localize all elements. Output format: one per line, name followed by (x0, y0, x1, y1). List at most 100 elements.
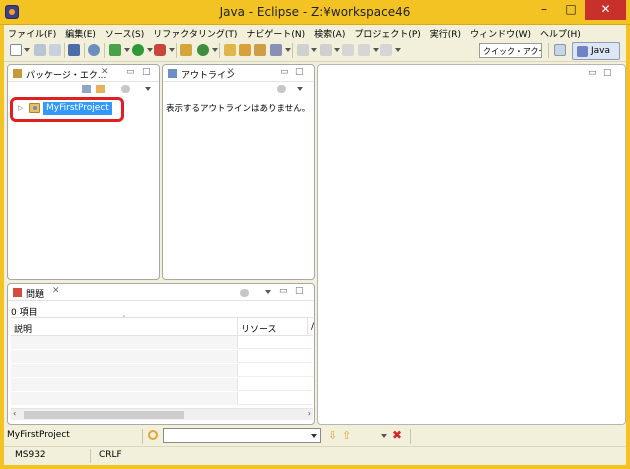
close-tab-icon[interactable]: ✕ (52, 286, 60, 296)
status-bar-encoding: MS932 CRLF (4, 446, 626, 465)
scroll-right-icon[interactable]: › (308, 409, 311, 418)
minimize-view-icon[interactable]: ▭ (588, 68, 597, 78)
save-icon[interactable] (34, 44, 46, 56)
close-button[interactable]: ✕ (585, 0, 626, 20)
gear-icon[interactable] (88, 44, 100, 56)
sort-arrow-icon: ˄ (122, 315, 126, 323)
column-header-path[interactable]: / (308, 318, 314, 336)
maximize-view-icon[interactable]: □ (295, 286, 304, 296)
scroll-left-icon[interactable]: ‹ (13, 409, 16, 418)
chevron-down-icon[interactable] (169, 48, 175, 52)
annotation-prev-icon[interactable] (320, 44, 332, 56)
package-explorer-icon (13, 69, 22, 78)
horizontal-scrollbar[interactable]: ‹ › (11, 408, 313, 420)
run-icon[interactable] (132, 44, 144, 56)
maximize-button[interactable]: □ (558, 0, 584, 20)
close-tab-icon[interactable]: ✕ (101, 67, 109, 77)
open-type-icon[interactable] (224, 44, 236, 56)
toolbar-separator (176, 43, 177, 58)
main-toolbar: クイック・アクセス Java (4, 40, 626, 62)
last-edit-icon[interactable] (342, 44, 354, 56)
debug-icon[interactable] (109, 44, 121, 56)
open-task-icon[interactable] (239, 44, 251, 56)
external-tools-icon[interactable] (154, 44, 166, 56)
chevron-down-icon[interactable] (24, 48, 30, 52)
view-options-icon[interactable] (121, 85, 130, 93)
save-all-icon[interactable] (49, 44, 61, 56)
quick-access-input[interactable]: クイック・アクセス (479, 43, 542, 58)
menu-navigate[interactable]: ナビゲート(N) (242, 25, 310, 40)
search-icon[interactable] (148, 430, 158, 440)
encoding-status: MS932 (15, 450, 46, 460)
view-menu-icon[interactable] (145, 87, 151, 91)
new-file-icon[interactable] (10, 44, 22, 56)
column-header-description[interactable]: 説明 ˄ (11, 315, 238, 336)
find-previous-icon[interactable]: ⇧ (342, 429, 351, 442)
menu-edit[interactable]: 編集(E) (61, 25, 101, 40)
chevron-down-icon[interactable] (395, 48, 401, 52)
outline-empty-message: 表示するアウトラインはありません。 (166, 104, 311, 114)
tab-package-explorer[interactable]: パッケージ・エク... (8, 65, 106, 82)
tab-outline[interactable]: アウトライン (163, 65, 235, 82)
chevron-down-icon[interactable] (381, 434, 387, 438)
minimize-view-icon[interactable]: ▭ (280, 67, 289, 77)
clear-search-icon[interactable]: ✖ (392, 428, 402, 442)
minimize-view-icon[interactable]: ▭ (126, 67, 135, 77)
menu-file[interactable]: ファイル(F) (4, 25, 61, 40)
view-menu-icon[interactable] (265, 290, 271, 294)
menu-refactor[interactable]: リファクタリング(T) (149, 25, 242, 40)
chevron-down-icon[interactable] (147, 48, 153, 52)
outline-toolbar (163, 82, 314, 96)
find-next-icon[interactable]: ⇩ (328, 429, 337, 442)
link-with-editor-icon[interactable] (96, 85, 105, 93)
menu-source[interactable]: ソース(S) (101, 25, 149, 40)
scrollbar-thumb[interactable] (24, 411, 184, 419)
column-header-resource[interactable]: リソース (238, 318, 308, 336)
chevron-down-icon[interactable] (373, 48, 379, 52)
maximize-view-icon[interactable]: □ (603, 68, 612, 78)
minimize-view-icon[interactable]: ▭ (279, 286, 288, 296)
menu-window[interactable]: ウィンドウ(W) (466, 25, 536, 40)
chevron-down-icon[interactable] (124, 48, 130, 52)
toolbar-separator (292, 43, 293, 58)
chevron-down-icon[interactable] (212, 48, 218, 52)
java-perspective-icon (577, 46, 588, 57)
search-folder-icon[interactable] (254, 44, 266, 56)
minimize-button[interactable]: – (531, 0, 557, 20)
column-header-description-label: 説明 (14, 325, 33, 335)
chevron-down-icon[interactable] (334, 48, 340, 52)
annotation-next-icon[interactable] (297, 44, 309, 56)
toolbar-separator (64, 43, 65, 58)
close-tab-icon[interactable]: ✕ (227, 67, 235, 77)
editor-area[interactable]: ▭ □ (317, 64, 626, 425)
menu-search[interactable]: 検索(A) (310, 25, 350, 40)
menu-project[interactable]: プロジェクト(P) (350, 25, 425, 40)
chevron-down-icon[interactable] (285, 48, 291, 52)
view-menu-icon[interactable] (297, 87, 303, 91)
open-perspective-icon[interactable] (554, 44, 566, 56)
chevron-down-icon[interactable] (311, 48, 317, 52)
new-java-project-icon[interactable] (180, 44, 192, 56)
table-row (11, 378, 313, 391)
view-options-icon[interactable] (277, 85, 286, 93)
terminal-icon[interactable] (68, 44, 80, 56)
java-perspective-button[interactable]: Java (572, 42, 620, 60)
outline-header: アウトライン ✕ ▭ □ (163, 65, 314, 82)
menu-run[interactable]: 実行(R) (426, 25, 466, 40)
collapse-all-icon[interactable] (82, 85, 91, 93)
chevron-down-icon[interactable] (311, 434, 317, 438)
back-arrow-icon[interactable] (358, 44, 370, 56)
pen-icon[interactable] (270, 44, 282, 56)
view-options-icon[interactable] (240, 289, 249, 297)
table-row (11, 336, 313, 349)
find-input[interactable] (163, 428, 321, 443)
forward-arrow-icon[interactable] (380, 44, 392, 56)
maximize-view-icon[interactable]: □ (295, 67, 304, 77)
new-class-icon[interactable] (197, 44, 209, 56)
package-explorer-header: パッケージ・エク... ✕ ▭ □ (8, 65, 159, 82)
tab-problems[interactable]: 問題 (8, 284, 44, 301)
status-separator (90, 449, 91, 463)
menu-help[interactable]: ヘルプ(H) (536, 25, 586, 40)
maximize-view-icon[interactable]: □ (142, 67, 151, 77)
problems-icon (13, 288, 22, 297)
